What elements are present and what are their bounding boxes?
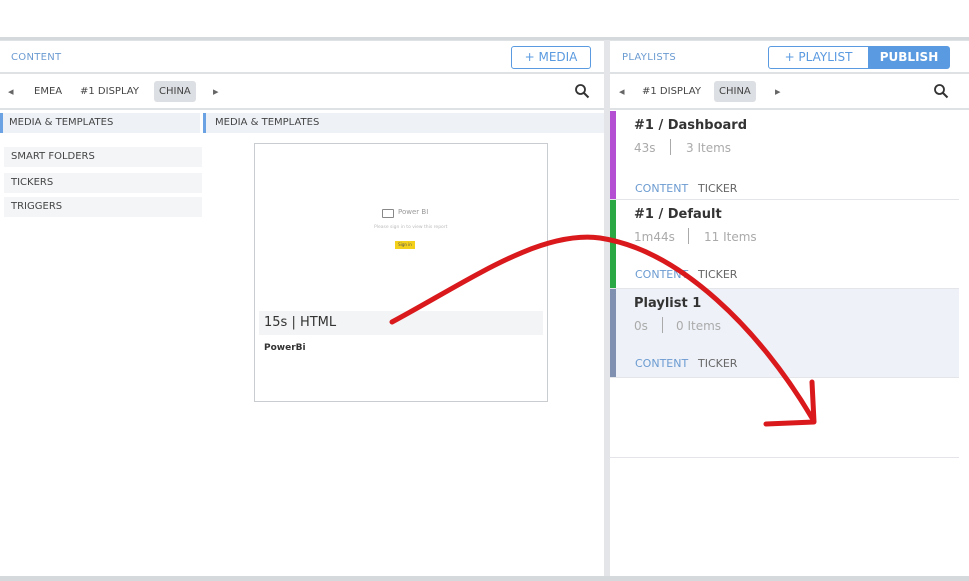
separator: [662, 317, 663, 333]
thumbnail-subtitle: Please sign in to view this report: [374, 225, 448, 230]
playlist-duration: 0s: [634, 319, 648, 333]
add-media-button[interactable]: + MEDIA: [511, 46, 591, 69]
playlist-item[interactable]: #1 / Dashboard 43s 3 Items CONTENT TICKE…: [610, 111, 959, 199]
chevron-right-icon[interactable]: ▸: [213, 85, 219, 98]
playlists-title: PLAYLISTS: [622, 52, 677, 63]
thumbnail-title: Power BI: [398, 208, 429, 216]
playlist-ticker-link[interactable]: TICKER: [698, 357, 737, 370]
playlist-item[interactable]: #1 / Default 1m44s 11 Items CONTENT TICK…: [610, 200, 959, 288]
playlist-duration: 43s: [634, 141, 656, 155]
media-thumbnail: Power BI Please sign in to view this rep…: [255, 144, 547, 309]
search-icon[interactable]: [933, 83, 949, 99]
content-tabs: ◂ EMEA #1 DISPLAY CHINA ▸: [0, 74, 604, 110]
separator: [688, 228, 689, 244]
playlist-tabs: ◂ #1 DISPLAY CHINA ▸: [610, 74, 969, 110]
playlist-item[interactable]: Playlist 1 0s 0 Items CONTENT TICKER: [610, 289, 959, 377]
playlist-content-link[interactable]: CONTENT: [635, 357, 688, 370]
tab-emea[interactable]: EMEA: [29, 81, 67, 102]
content-title: CONTENT: [11, 52, 62, 63]
playlist-item-count: 0 Items: [676, 319, 722, 333]
tab-1-display[interactable]: #1 DISPLAY: [637, 81, 706, 102]
thumbnail-sign-in: Sign in: [395, 241, 415, 249]
publish-button[interactable]: PUBLISH: [868, 46, 950, 69]
separator: [670, 139, 671, 155]
app-window: CONTENT + MEDIA ◂ EMEA #1 DISPLAY CHINA …: [0, 0, 969, 581]
playlist-ticker-link[interactable]: TICKER: [698, 268, 737, 281]
media-name: PowerBi: [264, 343, 306, 353]
playlist-item-count: 3 Items: [686, 141, 732, 155]
sidebar-item-media-templates[interactable]: MEDIA & TEMPLATES: [0, 113, 200, 133]
breadcrumb: MEDIA & TEMPLATES: [203, 113, 604, 133]
tab-china[interactable]: CHINA: [714, 81, 756, 102]
playlist-content-link[interactable]: CONTENT: [635, 182, 688, 195]
tab-china[interactable]: CHINA: [154, 81, 196, 102]
search-icon[interactable]: [574, 83, 590, 99]
sidebar-item-smart-folders[interactable]: SMART FOLDERS: [4, 147, 202, 167]
bottom-scrollbar[interactable]: [0, 576, 969, 581]
divider: [610, 457, 959, 458]
image-icon: [382, 209, 394, 218]
playlist-title: #1 / Default: [634, 207, 722, 222]
playlist-ticker-link[interactable]: TICKER: [698, 182, 737, 195]
tab-1-display[interactable]: #1 DISPLAY: [75, 81, 144, 102]
playlist-duration: 1m44s: [634, 230, 675, 244]
add-playlist-button[interactable]: + PLAYLIST: [768, 46, 869, 69]
content-panel: CONTENT + MEDIA ◂ EMEA #1 DISPLAY CHINA …: [0, 40, 604, 581]
media-meta: 15s | HTML: [259, 311, 543, 335]
media-card[interactable]: Power BI Please sign in to view this rep…: [254, 143, 548, 402]
playlists-panel: PLAYLISTS + PLAYLIST PUBLISH ◂ #1 DISPLA…: [610, 40, 969, 581]
top-bar: [0, 0, 969, 40]
playlist-title: Playlist 1: [634, 296, 702, 311]
playlist-content-link[interactable]: CONTENT: [635, 268, 688, 281]
sidebar-item-triggers[interactable]: TRIGGERS: [4, 197, 202, 217]
playlist-item-count: 11 Items: [704, 230, 757, 244]
sidebar-item-tickers[interactable]: TICKERS: [4, 173, 202, 193]
content-header: CONTENT + MEDIA: [0, 40, 604, 74]
chevron-left-icon[interactable]: ◂: [8, 85, 14, 98]
playlist-color-bar: [610, 200, 616, 288]
playlists-header: PLAYLISTS + PLAYLIST PUBLISH: [610, 40, 969, 74]
chevron-left-icon[interactable]: ◂: [619, 85, 625, 98]
playlist-color-bar: [610, 289, 616, 377]
playlist-title: #1 / Dashboard: [634, 118, 748, 133]
chevron-right-icon[interactable]: ▸: [775, 85, 781, 98]
playlist-color-bar: [610, 111, 616, 199]
divider: [610, 377, 959, 378]
